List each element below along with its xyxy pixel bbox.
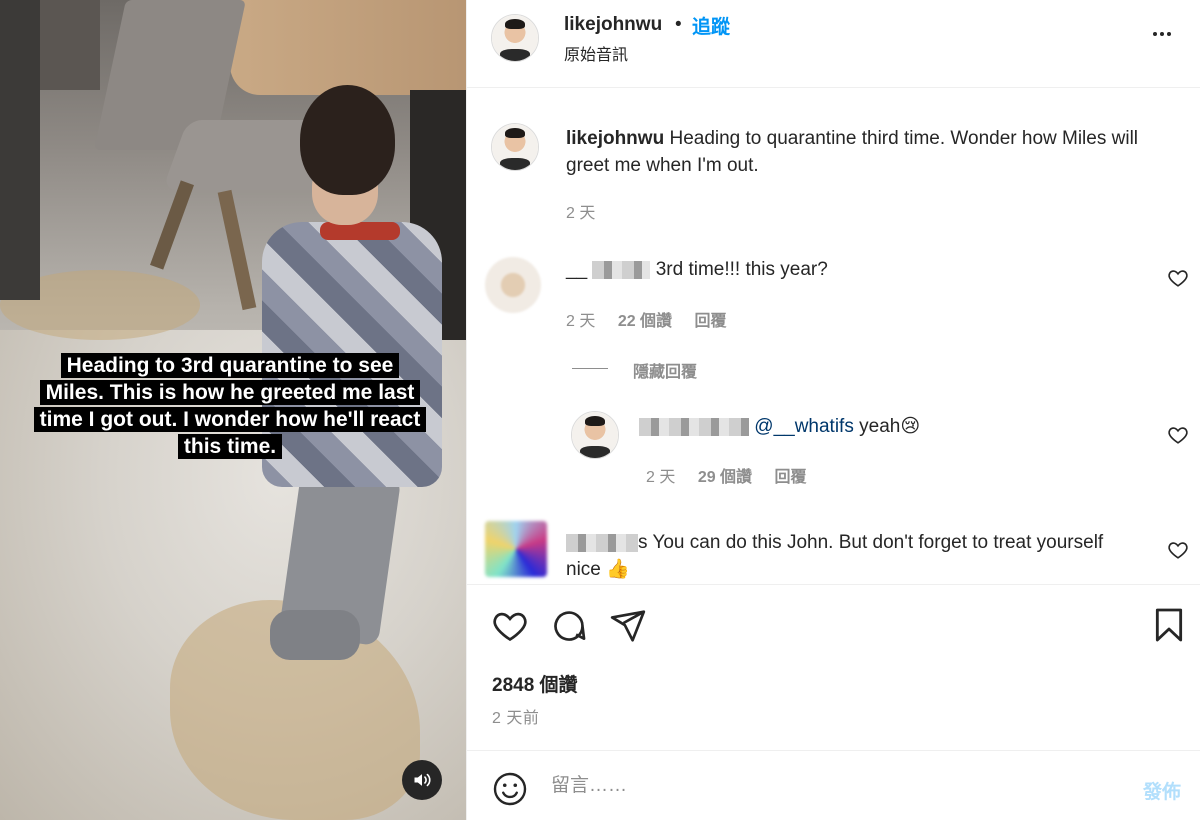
video-chair-leg: [217, 189, 257, 311]
video-child-foot: [270, 610, 360, 660]
post-actions: 2848 個讚 2 天前: [467, 584, 1200, 750]
video-child-collar: [320, 222, 400, 240]
video-wall: [0, 0, 40, 300]
comment-like-icon[interactable]: [1167, 539, 1189, 561]
comment-username-partial: s: [638, 532, 648, 553]
hide-replies-button[interactable]: 隱藏回覆: [633, 358, 697, 382]
author-avatar[interactable]: [571, 411, 619, 459]
reply-timestamp[interactable]: 2 天: [646, 469, 675, 486]
comment-likes[interactable]: 22 個讚: [618, 313, 672, 330]
save-bookmark-icon[interactable]: [1149, 605, 1189, 645]
comment-item: s You can do this John. But don't forget…: [566, 529, 1126, 583]
reply-text: yeah😢: [853, 416, 921, 437]
redacted-username: [592, 260, 651, 279]
reply-button[interactable]: 回覆: [775, 469, 807, 486]
emoji-icon[interactable]: [492, 771, 528, 807]
post-timestamp[interactable]: 2 天前: [492, 704, 539, 728]
separator-dot: •: [675, 14, 682, 35]
video-chair-leg: [150, 180, 194, 270]
hide-replies-line: [572, 368, 608, 369]
video-caption-line: Miles. This is how he greeted me last: [39, 380, 421, 405]
original-audio-link[interactable]: 原始音訊: [564, 41, 628, 65]
author-username[interactable]: likejohnwu: [564, 14, 662, 36]
reply-button[interactable]: 回覆: [695, 313, 727, 330]
post-header: likejohnwu • 追蹤 原始音訊: [467, 0, 1200, 88]
video-caption-line: this time.: [177, 434, 283, 459]
author-avatar[interactable]: [491, 123, 539, 171]
comment-item: __ 3rd time!!! this year?: [566, 259, 828, 281]
comment-username-prefix[interactable]: __: [566, 259, 587, 280]
video-caption-line: Heading to 3rd quarantine to see: [60, 353, 400, 378]
comment-input[interactable]: [551, 771, 1111, 801]
comment-icon[interactable]: [550, 607, 588, 645]
comment-like-icon[interactable]: [1167, 424, 1189, 446]
reply-item: @__whatifs yeah😢: [639, 415, 920, 438]
speaker-icon: [414, 773, 431, 787]
commenter-avatar[interactable]: [485, 257, 541, 313]
comment-composer: 發佈: [467, 750, 1200, 820]
like-icon[interactable]: [491, 607, 529, 645]
likes-count[interactable]: 2848 個讚: [492, 670, 578, 697]
video-table: [230, 0, 466, 95]
post-comment-button[interactable]: 發佈: [1143, 777, 1181, 804]
redacted-username: [639, 417, 749, 436]
reply-mention[interactable]: @__whatifs: [754, 416, 854, 437]
video-child-hair: [300, 85, 395, 195]
comments-list[interactable]: likejohnwu Heading to quarantine third t…: [467, 89, 1200, 584]
reply-meta: 2 天 29 個讚 回覆: [646, 463, 825, 487]
follow-button[interactable]: 追蹤: [692, 12, 730, 39]
post-caption: likejohnwu Heading to quarantine third t…: [566, 125, 1166, 179]
comment-text: 3rd time!!! this year?: [655, 259, 828, 280]
redacted-username: [566, 533, 638, 552]
caption-timestamp[interactable]: 2 天: [566, 199, 595, 223]
post-side-panel: likejohnwu • 追蹤 原始音訊 likejohnwu Heading …: [466, 0, 1200, 820]
post-video[interactable]: Heading to 3rd quarantine to see Miles. …: [0, 0, 466, 820]
more-options-button[interactable]: [1150, 22, 1174, 52]
share-icon[interactable]: [609, 607, 647, 645]
comment-like-icon[interactable]: [1167, 267, 1189, 289]
comment-meta: 2 天 22 個讚 回覆: [566, 307, 745, 331]
video-caption: Heading to 3rd quarantine to see Miles. …: [22, 352, 438, 460]
commenter-avatar[interactable]: [485, 521, 547, 577]
video-shelf: [40, 0, 100, 90]
more-options-icon: [1153, 32, 1171, 36]
reply-likes[interactable]: 29 個讚: [698, 469, 752, 486]
video-caption-line: time I got out. I wonder how he'll react: [33, 407, 427, 432]
comment-timestamp[interactable]: 2 天: [566, 313, 595, 330]
caption-username[interactable]: likejohnwu: [566, 128, 664, 149]
author-avatar[interactable]: [491, 14, 539, 62]
sound-toggle-button[interactable]: [402, 760, 442, 800]
